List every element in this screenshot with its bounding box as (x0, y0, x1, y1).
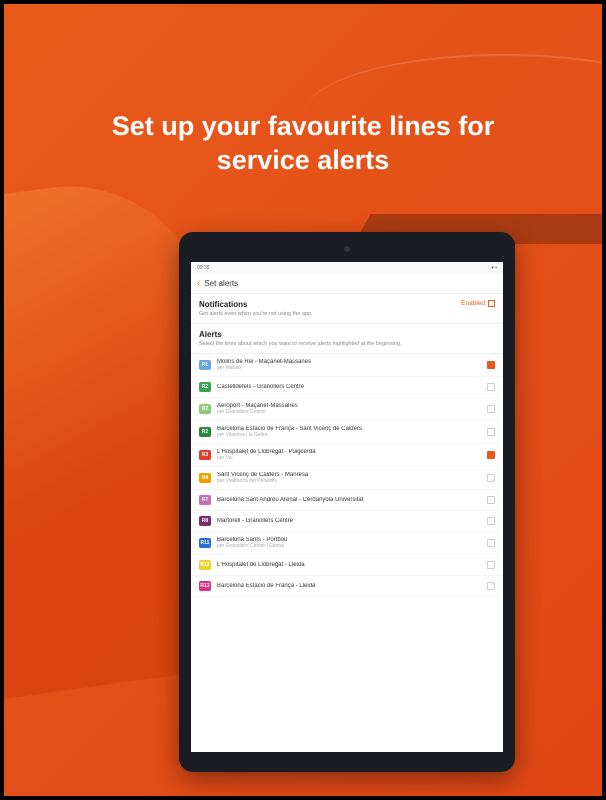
notifications-heading: Notifications (199, 300, 313, 309)
line-badge: R13 (199, 581, 211, 591)
notifications-subtitle: Get alerts even when you're not using th… (199, 311, 313, 317)
line-checkbox[interactable] (487, 539, 495, 547)
line-title: Barcelona Estació de França - Lleida (217, 583, 487, 589)
line-badge: R2 (199, 427, 211, 437)
line-subtitle: per Vic (217, 455, 487, 461)
line-item[interactable]: R7 Barcelona Sant Andreu Arenal - Cerdany… (191, 490, 503, 511)
alerts-subtitle: Select the lines about which you want to… (199, 341, 495, 347)
tablet-frame: 09:35 ▾ ▪ ‹ Set alerts Notifications Get… (179, 232, 515, 772)
notifications-toggle[interactable]: Enabled (461, 300, 495, 307)
status-icons: ▾ ▪ (491, 265, 497, 271)
line-item[interactable]: R8 Martorell - Granollers Centre (191, 511, 503, 532)
line-badge: R1 (199, 360, 211, 370)
line-item[interactable]: R2 Aeroport - Maçanet-Massanesper Granoll… (191, 398, 503, 421)
alerts-heading: Alerts (199, 330, 495, 339)
line-title: Castelldefels - Granollers Centre (217, 384, 487, 390)
line-text: Sant Vicenç de Calders - Manresaper Vila… (217, 472, 487, 484)
line-checkbox[interactable] (487, 582, 495, 590)
line-checkbox[interactable] (487, 361, 495, 369)
enabled-label: Enabled (461, 300, 485, 307)
line-subtitle: per Granollers Centre (217, 409, 487, 415)
line-badge: R2 (199, 382, 211, 392)
line-title: L'Hospitalet de Llobregat - Lleida (217, 562, 487, 568)
line-text: Castelldefels - Granollers Centre (217, 384, 487, 390)
line-checkbox[interactable] (487, 517, 495, 525)
line-text: Barcelona Sants - Portbouper Granollers … (217, 537, 487, 549)
line-item[interactable]: R3 L'Hospitalet de Llobregat - Puigcerdàp… (191, 444, 503, 467)
line-checkbox[interactable] (487, 474, 495, 482)
line-item[interactable]: R12 L'Hospitalet de Llobregat - Lleida (191, 555, 503, 576)
line-item[interactable]: R2 Barcelona Estació de França - Sant Vic… (191, 421, 503, 444)
status-bar: 09:35 ▾ ▪ (191, 262, 503, 274)
line-badge: R8 (199, 516, 211, 526)
line-text: L'Hospitalet de Llobregat - Puigcerdàper… (217, 449, 487, 461)
alerts-section-header: Alerts Select the lines about which you … (191, 324, 503, 354)
headline: Set up your favourite lines for service … (4, 110, 602, 178)
line-text: Molins de Rei - Maçanet-Massanesper Mata… (217, 359, 487, 371)
line-checkbox[interactable] (487, 561, 495, 569)
line-title: Martorell - Granollers Centre (217, 518, 487, 524)
line-badge: R12 (199, 560, 211, 570)
app-bar: ‹ Set alerts (191, 274, 503, 294)
line-badge: R2 (199, 404, 211, 414)
line-text: Martorell - Granollers Centre (217, 518, 487, 524)
line-checkbox[interactable] (487, 451, 495, 459)
line-badge: R7 (199, 495, 211, 505)
line-subtitle: per Granollers Centre i Girona (217, 543, 487, 549)
tablet-camera (344, 246, 350, 252)
line-subtitle: per Mataró (217, 365, 487, 371)
line-item[interactable]: R1 Molins de Rei - Maçanet-Massanesper Ma… (191, 354, 503, 377)
promo-card: Set up your favourite lines for service … (4, 4, 602, 796)
app-screen: 09:35 ▾ ▪ ‹ Set alerts Notifications Get… (191, 262, 503, 752)
line-badge: R3 (199, 450, 211, 460)
appbar-title: Set alerts (204, 279, 238, 288)
line-text: Barcelona Estació de França - Lleida (217, 583, 487, 589)
lines-list[interactable]: R1 Molins de Rei - Maçanet-Massanesper Ma… (191, 354, 503, 597)
line-text: Barcelona Sant Andreu Arenal - Cerdanyol… (217, 497, 487, 503)
line-badge: R11 (199, 538, 211, 548)
line-checkbox[interactable] (487, 496, 495, 504)
line-badge: R4 (199, 473, 211, 483)
checkbox-icon (488, 300, 495, 307)
status-time: 09:35 (197, 265, 210, 271)
line-item[interactable]: R13 Barcelona Estació de França - Lleida (191, 576, 503, 597)
line-item[interactable]: R4 Sant Vicenç de Calders - Manresaper Vi… (191, 467, 503, 490)
line-text: L'Hospitalet de Llobregat - Lleida (217, 562, 487, 568)
line-checkbox[interactable] (487, 405, 495, 413)
line-title: Barcelona Sant Andreu Arenal - Cerdanyol… (217, 497, 487, 503)
line-checkbox[interactable] (487, 383, 495, 391)
line-item[interactable]: R11 Barcelona Sants - Portbouper Granolle… (191, 532, 503, 555)
notifications-section: Notifications Get alerts even when you'r… (191, 294, 503, 324)
line-item[interactable]: R2 Castelldefels - Granollers Centre (191, 377, 503, 398)
line-subtitle: per Vilanova i la Geltrú (217, 432, 487, 438)
back-icon[interactable]: ‹ (197, 279, 200, 289)
line-subtitle: per Vilafranca del Penedès (217, 478, 487, 484)
line-checkbox[interactable] (487, 428, 495, 436)
line-text: Aeroport - Maçanet-Massanesper Granoller… (217, 403, 487, 415)
line-text: Barcelona Estació de França - Sant Vicen… (217, 426, 487, 438)
